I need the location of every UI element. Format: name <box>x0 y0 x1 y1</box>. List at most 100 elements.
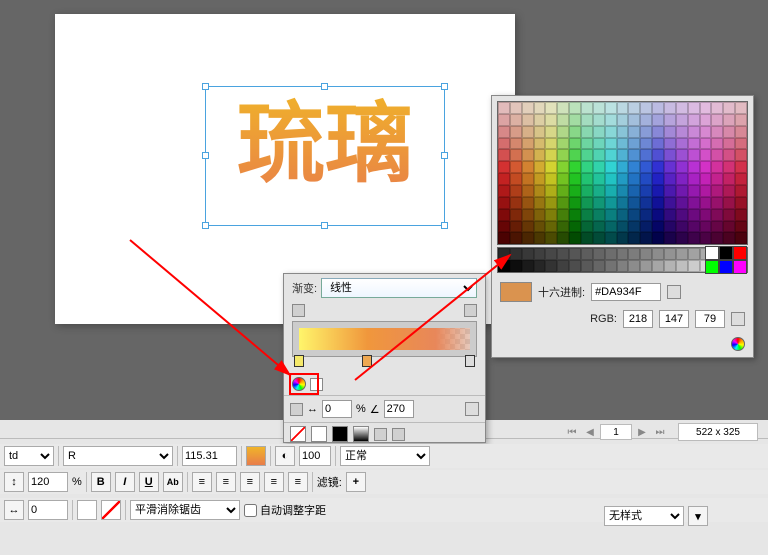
swatch-cell[interactable] <box>557 248 569 260</box>
swatch-cell[interactable] <box>640 149 652 161</box>
align-left-button[interactable]: ≡ <box>192 472 212 492</box>
leading-input[interactable] <box>28 472 68 492</box>
swatch-cell[interactable] <box>593 126 605 138</box>
swatch-cell[interactable] <box>498 126 510 138</box>
swatch-cell[interactable] <box>581 209 593 221</box>
resize-handle[interactable] <box>441 152 448 159</box>
swatch-cell[interactable] <box>735 209 747 221</box>
swatch-cell[interactable] <box>628 126 640 138</box>
swatch-cell[interactable] <box>605 209 617 221</box>
swatch-cell[interactable] <box>605 221 617 233</box>
swatch-cell[interactable] <box>510 232 522 244</box>
swatch-cell[interactable] <box>510 248 522 260</box>
swatch-cell[interactable] <box>640 173 652 185</box>
swatch-cell[interactable] <box>688 260 700 272</box>
swatch-cell[interactable] <box>522 197 534 209</box>
swatch-cell[interactable] <box>652 248 664 260</box>
align-right-button[interactable]: ≡ <box>240 472 260 492</box>
align-stretch-button[interactable]: ≡ <box>288 472 308 492</box>
auto-kern-checkbox[interactable]: 自动调整字距 <box>244 502 326 518</box>
resize-handle[interactable] <box>321 222 328 229</box>
swatch-cell[interactable] <box>700 161 712 173</box>
swatch-cell[interactable] <box>593 161 605 173</box>
swatch-cell[interactable] <box>688 126 700 138</box>
swatch-cell[interactable] <box>557 114 569 126</box>
swatch-cell[interactable] <box>700 102 712 114</box>
swatch-cell[interactable] <box>569 260 581 272</box>
text-content[interactable]: 琉璃 <box>206 87 444 206</box>
swatch-cell[interactable] <box>652 260 664 272</box>
swatch-cell[interactable] <box>688 209 700 221</box>
swatch-cell[interactable] <box>522 126 534 138</box>
swatch-cell[interactable] <box>569 209 581 221</box>
swatch-cell[interactable] <box>581 232 593 244</box>
swatch-cell[interactable] <box>534 126 546 138</box>
swatch-cell[interactable] <box>498 197 510 209</box>
swatch-cell[interactable] <box>652 161 664 173</box>
swatch-cell[interactable] <box>545 114 557 126</box>
swatch-cell[interactable] <box>522 209 534 221</box>
style-options-icon[interactable]: ▾ <box>688 506 708 526</box>
swatch-cell[interactable] <box>676 102 688 114</box>
swatch-cell[interactable] <box>534 197 546 209</box>
gradient-stop[interactable] <box>294 355 304 367</box>
swatch-cell[interactable] <box>522 248 534 260</box>
swatch-cell[interactable] <box>522 260 534 272</box>
gradient-ramp[interactable] <box>292 321 477 357</box>
swatch-cell[interactable] <box>652 126 664 138</box>
swatch-cell[interactable] <box>711 209 723 221</box>
swatch-cell[interactable] <box>605 114 617 126</box>
swatch-cell[interactable] <box>640 197 652 209</box>
swatch-cell[interactable] <box>617 161 629 173</box>
trash-icon[interactable] <box>465 402 479 416</box>
swatch-cell[interactable] <box>534 161 546 173</box>
swatch-cell[interactable] <box>723 114 735 126</box>
swatch-cell[interactable] <box>510 161 522 173</box>
swatch-cell[interactable] <box>557 173 569 185</box>
swatch-cell[interactable] <box>569 232 581 244</box>
swatch-cell[interactable] <box>723 173 735 185</box>
swatch-cell[interactable] <box>628 161 640 173</box>
swatch-cell[interactable] <box>628 248 640 260</box>
swatch-cell[interactable] <box>664 260 676 272</box>
swatch-cell[interactable] <box>522 232 534 244</box>
swatch-cell[interactable] <box>545 161 557 173</box>
swatch-cell[interactable] <box>534 260 546 272</box>
swatch-cell[interactable] <box>605 102 617 114</box>
swatch-cell[interactable] <box>534 173 546 185</box>
swatch-cell[interactable] <box>676 260 688 272</box>
swatch-cell[interactable] <box>711 221 723 233</box>
swatch-cell[interactable] <box>510 197 522 209</box>
swatch-cell[interactable] <box>640 221 652 233</box>
swatch-cell[interactable] <box>545 232 557 244</box>
swatch-cell[interactable] <box>569 185 581 197</box>
swatch-cell[interactable] <box>664 221 676 233</box>
gradient-stops[interactable] <box>292 357 477 373</box>
color-wheel-icon[interactable] <box>731 337 745 351</box>
swatch-cell[interactable] <box>723 161 735 173</box>
swatch-cell[interactable] <box>605 161 617 173</box>
swatch-cell[interactable] <box>569 126 581 138</box>
swatch-cell[interactable] <box>640 209 652 221</box>
swatch-cell[interactable] <box>735 185 747 197</box>
swatch-cell[interactable] <box>640 126 652 138</box>
swatch-cell[interactable] <box>498 138 510 150</box>
swatch-cell[interactable] <box>557 126 569 138</box>
swatch-cell[interactable] <box>664 209 676 221</box>
swatch-cell[interactable] <box>569 138 581 150</box>
swatch-cell[interactable] <box>735 161 747 173</box>
swatch-cell[interactable] <box>688 185 700 197</box>
swatch-cell[interactable] <box>664 149 676 161</box>
swatch-cell[interactable] <box>557 232 569 244</box>
font-family-select[interactable]: td <box>4 446 54 466</box>
swatch-cell[interactable] <box>617 221 629 233</box>
swatch-cell[interactable] <box>723 126 735 138</box>
swatch-cell[interactable] <box>711 161 723 173</box>
current-color-swatch[interactable] <box>500 282 532 302</box>
resize-handle[interactable] <box>321 83 328 90</box>
swatch-cell[interactable] <box>498 114 510 126</box>
auto-kern-input[interactable] <box>244 504 257 517</box>
prev-page-button[interactable]: ◀ <box>582 424 598 440</box>
swatch-cell[interactable] <box>723 232 735 244</box>
swatch-cell[interactable] <box>640 102 652 114</box>
